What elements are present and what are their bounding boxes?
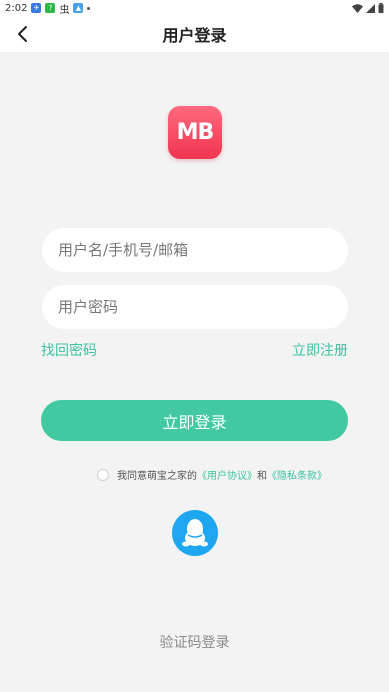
account-field-wrapper [42, 228, 348, 272]
notification-image-icon: ▲ [73, 3, 84, 13]
status-right [352, 3, 384, 13]
chevron-left-icon [18, 26, 27, 42]
code-login-link[interactable]: 验证码登录 [0, 632, 389, 652]
password-input[interactable] [58, 298, 332, 316]
signal-icon [366, 3, 375, 13]
password-field-wrapper [42, 285, 348, 329]
notification-app-icon: ✈ [31, 3, 42, 13]
nav-bar: 用户登录 [0, 16, 389, 52]
back-button[interactable] [8, 20, 36, 48]
page-title: 用户登录 [162, 26, 227, 45]
user-agreement-link[interactable]: 《用户协议》 [197, 467, 257, 482]
agreement-checkbox[interactable] [97, 468, 109, 481]
notification-dot-icon [87, 6, 91, 10]
logo-text: MB [176, 120, 215, 145]
app-logo: MB [168, 106, 222, 159]
notification-bug-icon: 虫 [59, 4, 70, 16]
status-time: 2:02 [5, 2, 28, 14]
agreement-prefix: 我同意萌宝之家的 [117, 471, 197, 482]
qq-penguin-icon [182, 519, 208, 547]
qq-login-button[interactable] [172, 510, 218, 556]
account-input[interactable] [58, 241, 332, 259]
agreement-row: 我同意萌宝之家的 《用户协议》 和 《隐私条款》 [97, 467, 327, 482]
forgot-password-link[interactable]: 找回密码 [41, 340, 97, 360]
register-link[interactable]: 立即注册 [292, 340, 348, 360]
wifi-icon [352, 3, 363, 13]
privacy-policy-link[interactable]: 《隐私条款》 [267, 467, 327, 482]
battery-icon [378, 3, 384, 13]
status-bar: 2:02 ✈ ? 虫 ▲ [0, 0, 389, 16]
login-button[interactable]: 立即登录 [41, 400, 348, 441]
status-left: 2:02 ✈ ? 虫 ▲ [5, 1, 91, 16]
notification-app-icon: ? [45, 3, 56, 13]
agreement-and: 和 [257, 471, 267, 482]
